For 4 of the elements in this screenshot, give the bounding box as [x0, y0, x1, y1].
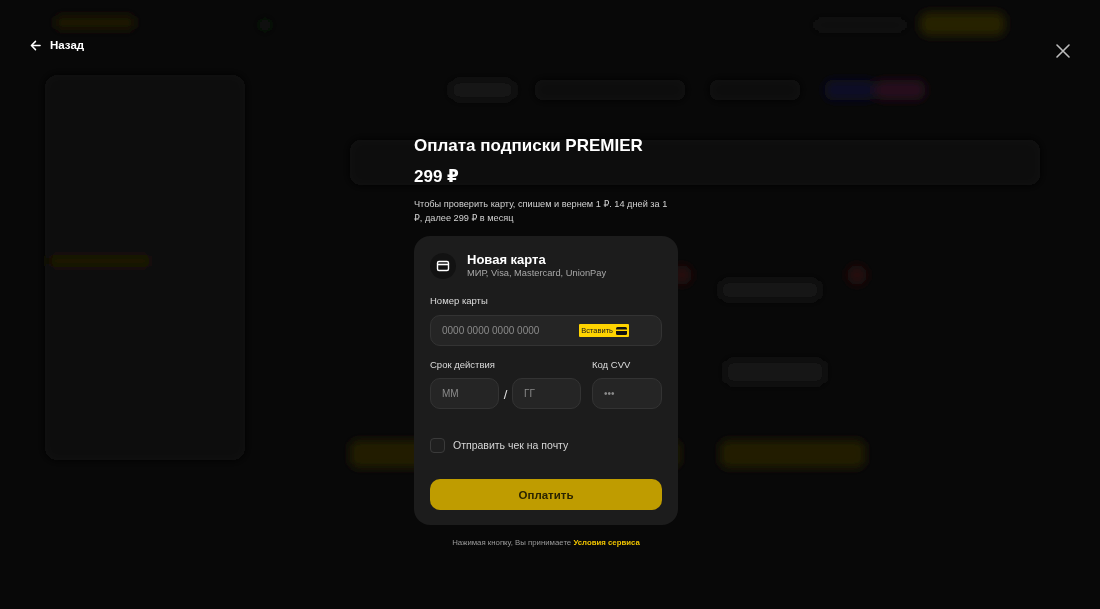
- arrow-left-icon: [30, 39, 41, 51]
- close-button[interactable]: [1056, 44, 1070, 58]
- pay-button[interactable]: Оплатить: [430, 479, 662, 510]
- close-icon: [1056, 44, 1070, 58]
